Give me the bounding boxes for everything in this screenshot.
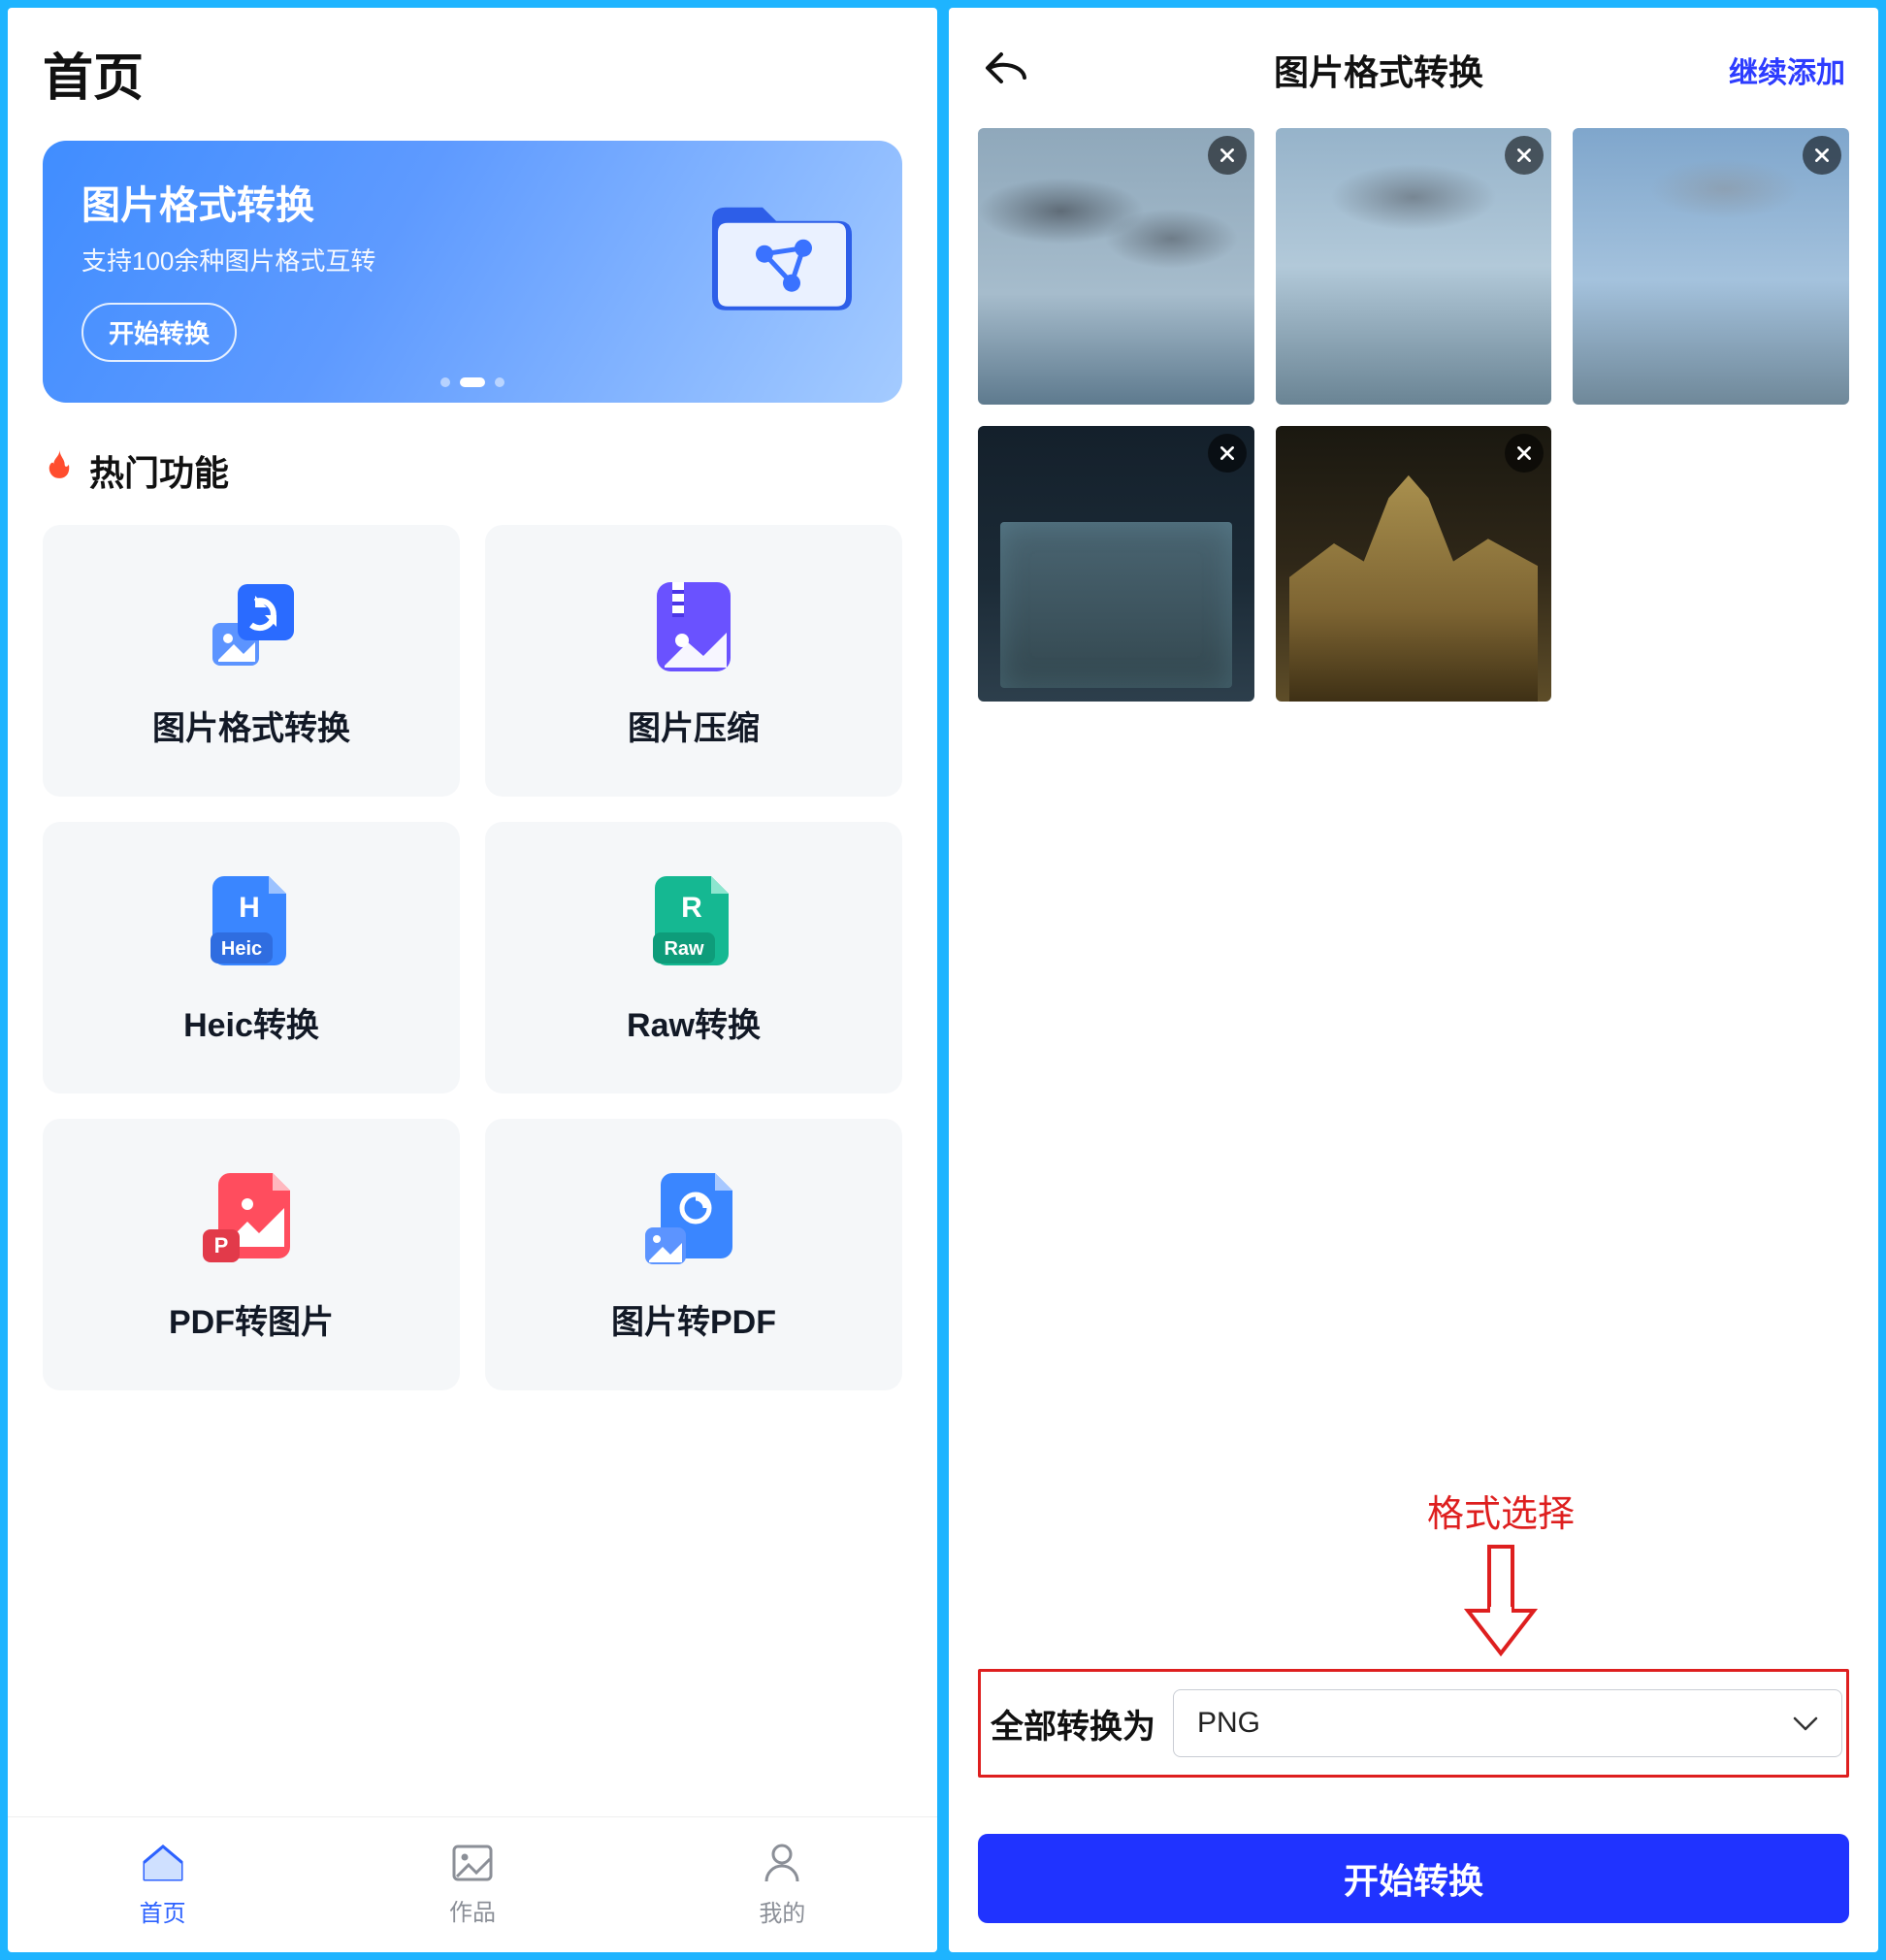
thumbnail-grid xyxy=(949,118,1878,711)
nav-label: 首页 xyxy=(140,1894,186,1928)
image-icon xyxy=(451,1844,494,1889)
remove-image-button[interactable] xyxy=(1803,136,1841,175)
callout-label: 格式选择 xyxy=(1065,1484,1878,1537)
remove-image-button[interactable] xyxy=(1208,136,1247,175)
banner-cta-button[interactable]: 开始转换 xyxy=(81,303,237,362)
image-thumbnail[interactable] xyxy=(978,128,1254,405)
image-to-pdf-icon xyxy=(640,1167,747,1274)
svg-text:P: P xyxy=(214,1233,229,1258)
feature-label: Heic转换 xyxy=(183,998,319,1046)
start-convert-button[interactable]: 开始转换 xyxy=(978,1834,1849,1923)
home-icon xyxy=(141,1843,185,1890)
screen-title: 图片格式转换 xyxy=(1274,45,1483,95)
chevron-down-icon xyxy=(1793,1707,1818,1740)
format-select[interactable]: PNG xyxy=(1173,1689,1842,1757)
remove-image-button[interactable] xyxy=(1505,434,1544,473)
format-row: 全部转换为 PNG xyxy=(978,1669,1849,1778)
feature-card-raw[interactable]: R Raw Raw转换 xyxy=(485,822,902,1094)
nav-label: 作品 xyxy=(449,1893,496,1927)
compress-icon xyxy=(640,573,747,680)
pdf-to-image-icon: P xyxy=(198,1167,305,1274)
feature-label: Raw转换 xyxy=(627,998,761,1046)
left-screen: 首页 图片格式转换 支持100余种图片格式互转 开始转换 xyxy=(8,8,937,1952)
feature-card-heic[interactable]: H Heic Heic转换 xyxy=(43,822,460,1094)
section-title: 热门功能 xyxy=(89,445,229,496)
svg-text:H: H xyxy=(239,892,260,924)
banner-pagination-dots[interactable] xyxy=(440,377,504,387)
image-thumbnail[interactable] xyxy=(978,426,1254,702)
feature-card-img2pdf[interactable]: 图片转PDF xyxy=(485,1119,902,1390)
svg-text:R: R xyxy=(681,892,702,924)
hero-banner[interactable]: 图片格式转换 支持100余种图片格式互转 开始转换 xyxy=(43,141,902,403)
raw-icon: R Raw xyxy=(640,870,747,977)
feature-label: 图片压缩 xyxy=(628,702,760,749)
image-thumbnail[interactable] xyxy=(1276,128,1552,405)
image-thumbnail[interactable] xyxy=(1276,426,1552,702)
flame-icon xyxy=(43,449,76,493)
back-button[interactable] xyxy=(982,49,1028,92)
page-title: 首页 xyxy=(43,37,902,110)
feature-card-convert[interactable]: 图片格式转换 xyxy=(43,525,460,797)
convert-all-label: 全部转换为 xyxy=(991,1700,1155,1748)
nav-mine[interactable]: 我的 xyxy=(628,1817,937,1952)
nav-home[interactable]: 首页 xyxy=(8,1817,317,1952)
bottom-nav: 首页 作品 我的 xyxy=(8,1816,937,1952)
svg-text:Heic: Heic xyxy=(221,938,262,960)
selected-format: PNG xyxy=(1197,1707,1260,1740)
folder-share-icon xyxy=(704,196,860,327)
svg-text:Raw: Raw xyxy=(664,938,704,960)
feature-label: PDF转图片 xyxy=(169,1295,334,1343)
feature-label: 图片格式转换 xyxy=(152,702,350,749)
convert-icon xyxy=(198,573,305,680)
add-more-button[interactable]: 继续添加 xyxy=(1729,49,1845,91)
right-screen: 图片格式转换 继续添加 xyxy=(949,8,1878,1952)
feature-card-pdf2img[interactable]: P PDF转图片 xyxy=(43,1119,460,1390)
image-thumbnail[interactable] xyxy=(1573,128,1849,405)
person-icon xyxy=(763,1843,801,1890)
remove-image-button[interactable] xyxy=(1505,136,1544,175)
heic-icon: H Heic xyxy=(198,870,305,977)
feature-card-compress[interactable]: 图片压缩 xyxy=(485,525,902,797)
remove-image-button[interactable] xyxy=(1208,434,1247,473)
arrow-down-icon xyxy=(1065,1543,1878,1659)
nav-label: 我的 xyxy=(759,1894,805,1928)
feature-label: 图片转PDF xyxy=(611,1295,776,1343)
nav-works[interactable]: 作品 xyxy=(317,1817,627,1952)
